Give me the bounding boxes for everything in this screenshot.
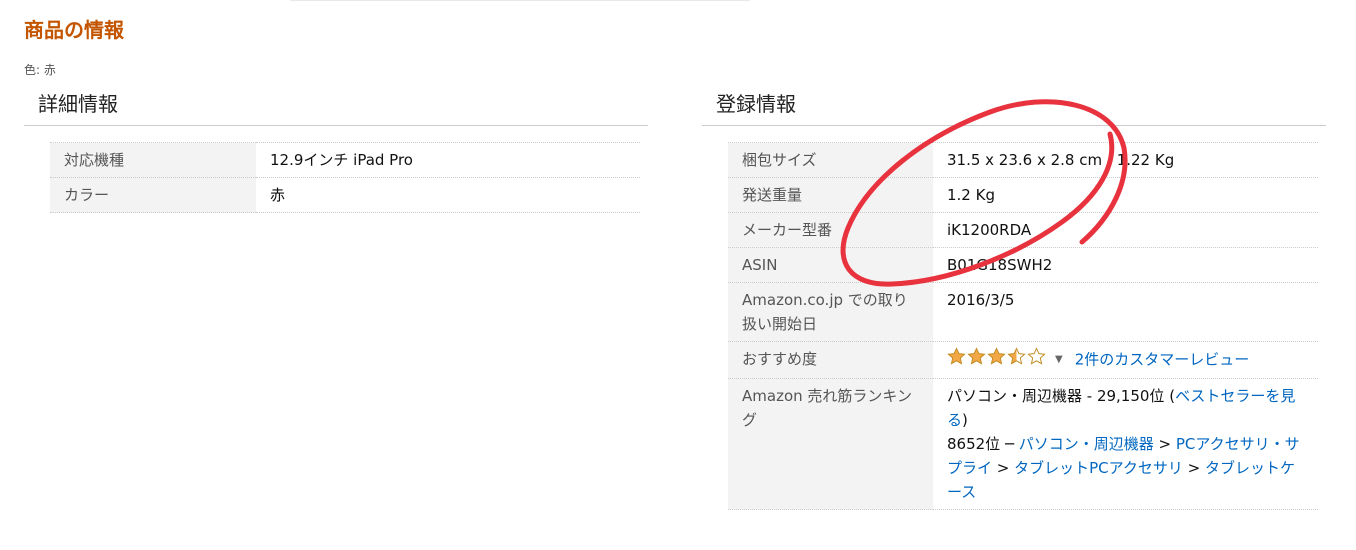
- detail-label: カラー: [50, 177, 256, 213]
- star-icon: [947, 347, 966, 365]
- star-rating[interactable]: [947, 347, 1047, 373]
- star-icon: [967, 347, 986, 365]
- section-title: 商品の情報: [24, 18, 124, 42]
- package-size-label: 梱包サイズ: [728, 142, 933, 178]
- rating-label: おすすめ度: [728, 341, 933, 379]
- ranking-label: Amazon 売れ筋ランキング: [728, 378, 933, 510]
- star-icon: [1027, 347, 1046, 365]
- star-icon: [1007, 347, 1026, 365]
- details-heading: 詳細情報: [24, 90, 648, 126]
- model-number-label: メーカー型番: [728, 212, 933, 248]
- ranking-overall-text: パソコン・周辺機器 - 29,150位 (: [947, 387, 1176, 405]
- table-row: 梱包サイズ 31.5 x 23.6 x 2.8 cm ; 1.22 Kg: [728, 142, 1318, 178]
- ranking-overall-suffix: ): [962, 411, 968, 429]
- table-row: メーカー型番 iK1200RDA: [728, 212, 1318, 248]
- table-row: 対応機種 12.9インチ iPad Pro: [50, 142, 640, 178]
- ranking-overall: パソコン・周辺機器 - 29,150位 (ベストセラーを見る): [947, 384, 1306, 432]
- registration-heading: 登録情報: [702, 90, 1326, 126]
- registration-table: 梱包サイズ 31.5 x 23.6 x 2.8 cm ; 1.22 Kg 発送重…: [728, 142, 1318, 510]
- path-separator: >: [1182, 459, 1206, 477]
- detail-value: 12.9インチ iPad Pro: [256, 142, 640, 178]
- ranking-value: パソコン・周辺機器 - 29,150位 (ベストセラーを見る) 8652位 ─ …: [933, 378, 1318, 510]
- star-icon: [987, 347, 1006, 365]
- detail-label: 対応機種: [50, 142, 256, 178]
- rating-value: ▼ 2件のカスタマーレビュー: [933, 341, 1318, 379]
- table-row: カラー赤: [50, 177, 640, 213]
- ranking-category-rank: 8652位 ─: [947, 435, 1019, 453]
- table-row: 発送重量 1.2 Kg: [728, 177, 1318, 213]
- table-row: おすすめ度 ▼ 2件のカスタマーレビュー: [728, 341, 1318, 379]
- path-separator: >: [992, 459, 1015, 477]
- package-size-value: 31.5 x 23.6 x 2.8 cm ; 1.22 Kg: [933, 142, 1318, 178]
- release-date-value: 2016/3/5: [933, 282, 1318, 342]
- chevron-down-icon[interactable]: ▼: [1055, 348, 1063, 372]
- table-row: ASIN B01G18SWH2: [728, 247, 1318, 283]
- asin-value: B01G18SWH2: [933, 247, 1318, 283]
- table-row: Amazon.co.jp での取り扱い開始日 2016/3/5: [728, 282, 1318, 342]
- shipping-weight-label: 発送重量: [728, 177, 933, 213]
- review-count-link[interactable]: 2件のカスタマーレビュー: [1075, 351, 1250, 369]
- release-date-label: Amazon.co.jp での取り扱い開始日: [728, 282, 933, 342]
- shipping-weight-value: 1.2 Kg: [933, 177, 1318, 213]
- category-link-pc[interactable]: パソコン・周辺機器: [1019, 435, 1154, 453]
- detail-value: 赤: [256, 177, 640, 213]
- color-note: 色: 赤: [24, 63, 56, 77]
- category-link-tablet-accessories[interactable]: タブレットPCアクセサリ: [1014, 459, 1183, 477]
- table-row: Amazon 売れ筋ランキング パソコン・周辺機器 - 29,150位 (ベスト…: [728, 378, 1318, 510]
- asin-label: ASIN: [728, 247, 933, 283]
- model-number-value: iK1200RDA: [933, 212, 1318, 248]
- details-table: 対応機種 12.9インチ iPad Pro カラー赤: [50, 142, 640, 213]
- path-separator: >: [1153, 435, 1176, 453]
- ranking-category: 8652位 ─ パソコン・周辺機器 > PCアクセサリ・サプライ > タブレット…: [947, 432, 1306, 504]
- top-divider: [290, 0, 750, 1]
